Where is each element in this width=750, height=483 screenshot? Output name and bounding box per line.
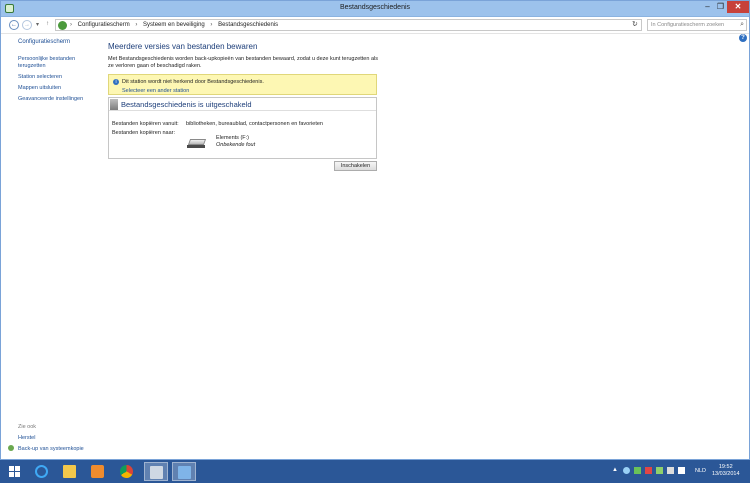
copy-from-value: bibliotheken, bureaublad, contactpersone… <box>186 121 323 127</box>
internet-explorer-taskbar-icon[interactable] <box>30 462 54 481</box>
status-bar-icon <box>110 99 118 110</box>
enable-button[interactable]: Inschakelen <box>334 161 377 171</box>
copy-to-label: Bestanden kopiëren naar: <box>112 130 175 136</box>
forward-button[interactable]: → <box>22 20 32 30</box>
see-also-system-image-backup-link[interactable]: Back-up van systeemkopie <box>8 445 84 452</box>
language-indicator[interactable]: NLD <box>695 468 706 474</box>
tray-alert-icon[interactable] <box>645 467 652 474</box>
breadcrumb-file-history[interactable]: Bestandsgeschiedenis <box>218 22 278 28</box>
info-icon: i <box>113 79 119 85</box>
clock[interactable]: 19:52 13/03/2014 <box>712 464 740 478</box>
control-panel-taskbar-icon[interactable] <box>172 462 196 481</box>
tray-app-icon[interactable] <box>623 467 630 474</box>
clock-time: 19:52 <box>718 464 733 470</box>
sidebar-home-link[interactable]: Configuratiescherm <box>18 39 98 45</box>
main-content: Meerdere versies van bestanden bewaren M… <box>108 42 378 159</box>
media-player-taskbar-icon[interactable] <box>86 462 110 481</box>
address-bar[interactable]: › Configuratiescherm › Systeem en beveil… <box>55 19 642 31</box>
see-also-section: Zie ook Herstel Back-up van systeemkopie <box>8 424 84 456</box>
sidebar-item-restore-files[interactable]: Persoonlijke bestanden terugzetten <box>18 56 98 70</box>
warning-message: Dit station wordt niet herkend door Best… <box>122 79 264 85</box>
help-icon[interactable]: ? <box>739 34 747 42</box>
explorer-window-taskbar-icon[interactable] <box>144 462 168 481</box>
breadcrumb-system-security[interactable]: Systeem en beveiliging <box>143 22 205 28</box>
drive-name: Elements (F:) <box>216 135 250 141</box>
status-title: Bestandsgeschiedenis is uitgeschakeld <box>121 100 252 109</box>
taskbar: ▲ NLD 19:52 13/03/2014 <box>0 460 750 483</box>
status-panel: Bestandsgeschiedenis is uitgeschakeld Be… <box>108 97 377 159</box>
breadcrumb: › Configuratiescherm › Systeem en beveil… <box>70 22 282 28</box>
battery-icon[interactable] <box>656 467 663 474</box>
sidebar: Configuratiescherm Persoonlijke bestande… <box>18 39 98 107</box>
breadcrumb-separator: › <box>135 22 138 28</box>
maximize-button[interactable]: ❐ <box>714 1 727 13</box>
volume-icon[interactable] <box>678 467 685 474</box>
drive-icon <box>187 139 207 149</box>
control-panel-icon <box>58 21 67 30</box>
breadcrumb-control-panel[interactable]: Configuratiescherm <box>78 22 130 28</box>
search-input[interactable]: In Configuratiescherm zoeken <box>651 22 724 28</box>
navigation-bar: ← → ▾ ↑ › Configuratiescherm › Systeem e… <box>1 17 749 34</box>
search-box[interactable]: In Configuratiescherm zoeken ⌕ <box>647 19 747 31</box>
system-tray: ▲ <box>612 467 685 474</box>
shield-icon <box>8 445 14 451</box>
file-explorer-taskbar-icon[interactable] <box>58 462 82 481</box>
sidebar-item-select-drive[interactable]: Station selecteren <box>18 74 98 81</box>
page-title: Meerdere versies van bestanden bewaren <box>108 42 258 51</box>
breadcrumb-separator: › <box>70 22 72 28</box>
network-icon[interactable] <box>667 467 674 474</box>
chrome-taskbar-icon[interactable] <box>115 462 139 481</box>
see-also-system-image-backup-label: Back-up van systeemkopie <box>18 446 84 452</box>
drive-warning-banner: i Dit station wordt niet herkend door Be… <box>108 74 377 95</box>
page-description: Met Bestandsgeschiedenis worden back-upk… <box>108 56 378 69</box>
sidebar-item-advanced-settings[interactable]: Geavanceerde instellingen <box>18 96 98 103</box>
recent-locations-button[interactable]: ▾ <box>36 21 39 28</box>
breadcrumb-separator: › <box>210 22 213 28</box>
up-button[interactable]: ↑ <box>46 21 49 27</box>
show-hidden-icons-icon[interactable]: ▲ <box>612 467 619 474</box>
select-other-drive-link[interactable]: Selecteer een ander station <box>122 88 189 94</box>
copy-from-label: Bestanden kopiëren vanuit: <box>112 121 179 127</box>
see-also-recovery-link[interactable]: Herstel <box>18 435 84 441</box>
sidebar-item-exclude-folders[interactable]: Mappen uitsluiten <box>18 85 98 92</box>
tray-security-icon[interactable] <box>634 467 641 474</box>
search-icon[interactable]: ⌕ <box>740 21 744 29</box>
see-also-header: Zie ook <box>18 424 37 430</box>
title-bar[interactable]: Bestandsgeschiedenis – ❐ ✕ <box>1 1 749 17</box>
start-button[interactable] <box>9 466 21 478</box>
clock-date: 13/03/2014 <box>712 471 740 477</box>
minimize-button[interactable]: – <box>701 1 714 13</box>
window-title: Bestandsgeschiedenis <box>339 4 411 11</box>
close-button[interactable]: ✕ <box>727 1 749 13</box>
refresh-icon[interactable]: ↻ <box>632 20 638 28</box>
drive-status: Onbekende fout <box>216 142 256 148</box>
back-button[interactable]: ← <box>9 20 19 30</box>
file-history-window: Bestandsgeschiedenis – ❐ ✕ ← → ▾ ↑ › Con… <box>0 0 750 460</box>
